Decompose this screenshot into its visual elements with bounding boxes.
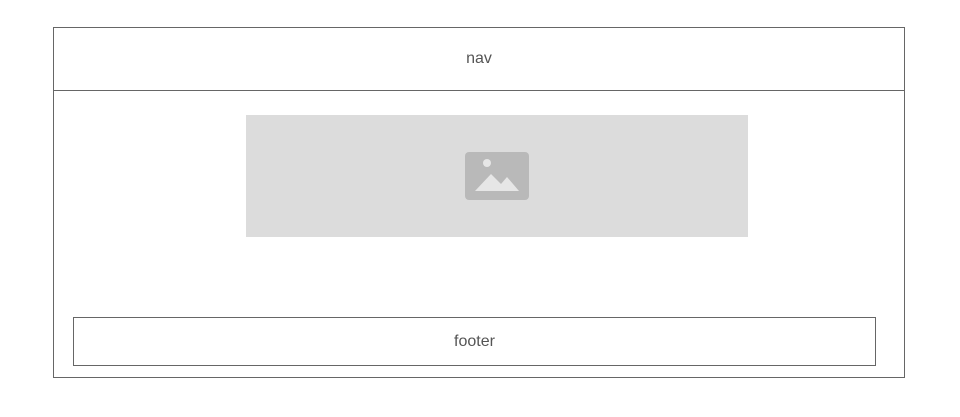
footer-label: footer (454, 332, 495, 350)
nav-label: nav (466, 50, 492, 67)
nav-bar: nav (54, 28, 904, 91)
image-placeholder-icon (465, 152, 529, 200)
footer-bar: footer (73, 317, 876, 366)
hero-image-placeholder (246, 115, 748, 237)
page-frame: nav footer (53, 27, 905, 378)
